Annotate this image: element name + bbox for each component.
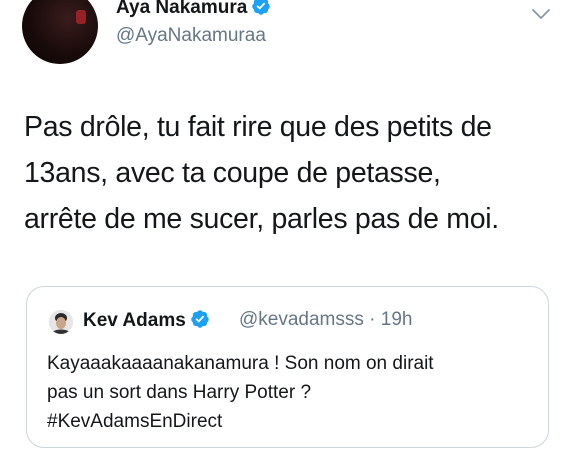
quoted-author-name-text: Kev Adams <box>83 310 186 331</box>
author-name-text: Aya Nakamura <box>116 0 248 18</box>
quoted-text-line: Kayaaakaaaanakanamura ! Son nom on dirai… <box>47 353 434 374</box>
quoted-author-display-name[interactable]: Kev Adams <box>83 309 210 332</box>
verified-badge-icon <box>252 0 271 15</box>
quoted-text-line: pas un sort dans Harry Potter ? <box>47 382 312 403</box>
author-avatar[interactable] <box>22 0 98 64</box>
tweet-text-line: arrête de me sucer, parles pas de moi. <box>24 203 499 235</box>
quoted-author-handle-meta[interactable]: @kevadamsss · 19h <box>239 309 412 331</box>
chevron-down-icon[interactable] <box>530 6 552 22</box>
tweet-text-line: Pas drôle, tu fait rire que des petits d… <box>24 111 492 143</box>
quoted-author-handle: @kevadamsss <box>239 309 364 330</box>
quoted-tweet-timestamp: · 19h <box>369 309 413 330</box>
tweet-text: Pas drôle, tu fait rire que des petits d… <box>24 104 564 242</box>
tweet-text-line: 13ans, avec ta coupe de petasse, <box>24 157 441 189</box>
avatar-detail <box>76 10 86 24</box>
quoted-avatar-image <box>49 310 73 334</box>
quoted-tweet-card[interactable]: Kev Adams @kevadamsss · 19h Kayaaakaaaan… <box>26 286 549 448</box>
quoted-hashtag[interactable]: #KevAdamsEnDirect <box>47 407 537 436</box>
quoted-author-avatar[interactable] <box>49 310 73 334</box>
author-handle[interactable]: @AyaNakamuraa <box>116 25 266 47</box>
author-display-name[interactable]: Aya Nakamura <box>116 0 271 19</box>
quoted-tweet-text: Kayaaakaaaanakanamura ! Son nom on dirai… <box>47 349 537 436</box>
verified-badge-icon <box>191 310 209 328</box>
